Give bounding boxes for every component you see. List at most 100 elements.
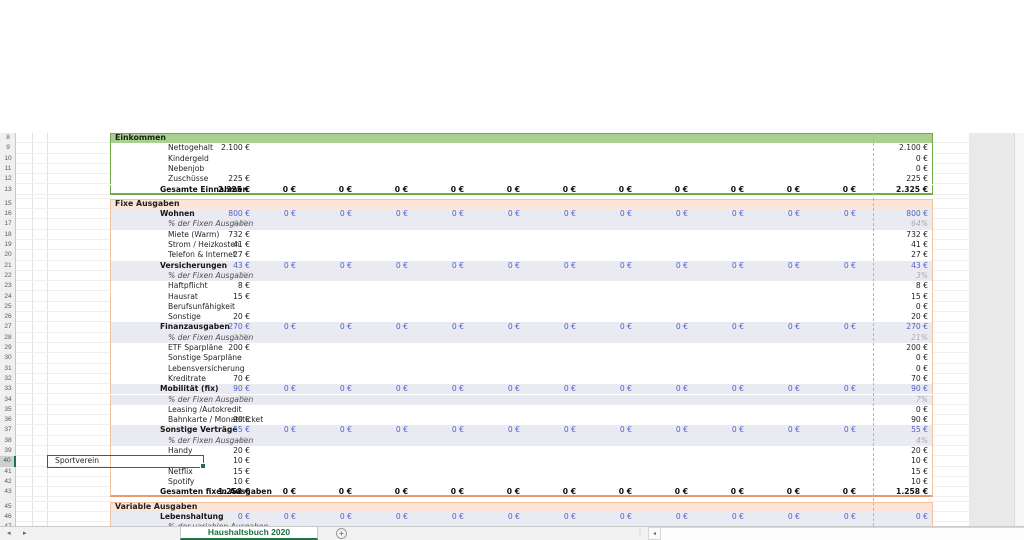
cell-K13[interactable]: 0 € (593, 185, 649, 195)
cell-D27[interactable]: 270 € (203, 322, 257, 332)
row-header-20[interactable]: 20 (0, 250, 16, 260)
cell-J37[interactable]: 0 € (537, 425, 593, 435)
cell-K21[interactable]: 0 € (593, 261, 649, 271)
hscroll-divider[interactable]: ⋮ (636, 528, 644, 537)
cell-F16[interactable]: 0 € (313, 209, 369, 219)
cell-D42[interactable]: 10 € (203, 477, 257, 487)
cell-J43[interactable]: 0 € (537, 487, 593, 497)
cell-F21[interactable]: 0 € (313, 261, 369, 271)
cell-G13[interactable]: 0 € (369, 185, 425, 195)
cell-P18[interactable]: 732 € (873, 230, 933, 240)
cell-E43[interactable]: 0 € (257, 487, 313, 497)
row-header-45[interactable]: 45 (0, 502, 16, 512)
cell-D41[interactable]: 15 € (203, 467, 257, 477)
cell-E46[interactable]: 0 € (257, 512, 313, 522)
cell-L27[interactable]: 0 € (649, 322, 705, 332)
cell-P42[interactable]: 10 € (873, 477, 933, 487)
cell-D37[interactable]: 55 € (203, 425, 257, 435)
cell-P22[interactable]: 3% (873, 271, 933, 281)
cell-J33[interactable]: 0 € (537, 384, 593, 394)
cell-D28[interactable]: 21% (203, 333, 257, 343)
cell-O13[interactable]: 0 € (817, 185, 873, 195)
cell-J27[interactable]: 0 € (537, 322, 593, 332)
cell-P35[interactable]: 0 € (873, 405, 933, 415)
row-header-46[interactable]: 46 (0, 512, 16, 522)
cell-N37[interactable]: 0 € (761, 425, 817, 435)
cell-F27[interactable]: 0 € (313, 322, 369, 332)
cell-P41[interactable]: 15 € (873, 467, 933, 477)
cell-G33[interactable]: 0 € (369, 384, 425, 394)
cell-P40[interactable]: 10 € (873, 456, 933, 466)
cell-D9[interactable]: 2.100 € (203, 143, 257, 153)
cell-P11[interactable]: 0 € (873, 164, 933, 174)
cell-I21[interactable]: 0 € (481, 261, 537, 271)
cell-M46[interactable]: 0 € (705, 512, 761, 522)
cell-K43[interactable]: 0 € (593, 487, 649, 497)
cell-I16[interactable]: 0 € (481, 209, 537, 219)
cell-H13[interactable]: 0 € (425, 185, 481, 195)
cell-F13[interactable]: 0 € (313, 185, 369, 195)
cell-M27[interactable]: 0 € (705, 322, 761, 332)
cell-J46[interactable]: 0 € (537, 512, 593, 522)
cell-J16[interactable]: 0 € (537, 209, 593, 219)
cell-C15[interactable]: Fixe Ausgaben (115, 199, 180, 209)
row-header-27[interactable]: 27 (0, 322, 16, 332)
cell-P27[interactable]: 270 € (873, 322, 933, 332)
cell-P30[interactable]: 0 € (873, 353, 933, 363)
row-header-26[interactable]: 26 (0, 312, 16, 322)
cell-C24[interactable]: Hausrat (168, 292, 198, 302)
row-header-30[interactable]: 30 (0, 353, 16, 363)
cell-O46[interactable]: 0 € (817, 512, 873, 522)
cell-P23[interactable]: 8 € (873, 281, 933, 291)
cell-D26[interactable]: 20 € (203, 312, 257, 322)
cell-D19[interactable]: 41 € (203, 240, 257, 250)
cell-I33[interactable]: 0 € (481, 384, 537, 394)
cell-N33[interactable]: 0 € (761, 384, 817, 394)
cell-C23[interactable]: Haftpflicht (168, 281, 208, 291)
sheet-nav-left-icon[interactable]: ◂ (7, 527, 11, 540)
cell-C35[interactable]: Leasing /Autokredit (168, 405, 242, 415)
row-header-9[interactable]: 9 (0, 143, 16, 153)
cell-O33[interactable]: 0 € (817, 384, 873, 394)
cell-I43[interactable]: 0 € (481, 487, 537, 497)
cell-I37[interactable]: 0 € (481, 425, 537, 435)
cell-P26[interactable]: 20 € (873, 312, 933, 322)
row-header-21[interactable]: 21 (0, 261, 16, 271)
row-header-39[interactable]: 39 (0, 446, 16, 456)
row-header-24[interactable]: 24 (0, 292, 16, 302)
cell-D46[interactable]: 0 € (203, 512, 257, 522)
cell-D33[interactable]: 90 € (203, 384, 257, 394)
cell-P38[interactable]: 4% (873, 436, 933, 446)
cell-F46[interactable]: 0 € (313, 512, 369, 522)
cell-F33[interactable]: 0 € (313, 384, 369, 394)
row-header-25[interactable]: 25 (0, 302, 16, 312)
cell-D40[interactable]: 10 € (203, 456, 257, 466)
row-header-38[interactable]: 38 (0, 436, 16, 446)
cell-I13[interactable]: 0 € (481, 185, 537, 195)
cell-H27[interactable]: 0 € (425, 322, 481, 332)
row-header-42[interactable]: 42 (0, 477, 16, 487)
cell-C31[interactable]: Lebensversicherung (168, 364, 245, 374)
sheet-tab-active[interactable]: Haushaltsbuch 2020 (180, 527, 318, 540)
row-header-15[interactable]: 15 (0, 199, 16, 209)
cell-E33[interactable]: 0 € (257, 384, 313, 394)
cell-P29[interactable]: 200 € (873, 343, 933, 353)
cell-K16[interactable]: 0 € (593, 209, 649, 219)
cell-L43[interactable]: 0 € (649, 487, 705, 497)
cell-G46[interactable]: 0 € (369, 512, 425, 522)
cell-N46[interactable]: 0 € (761, 512, 817, 522)
cell-L21[interactable]: 0 € (649, 261, 705, 271)
cell-C41[interactable]: Netflix (168, 467, 193, 477)
cell-E16[interactable]: 0 € (257, 209, 313, 219)
cell-C42[interactable]: Spotify (168, 477, 194, 487)
row-header-37[interactable]: 37 (0, 425, 16, 435)
cell-N27[interactable]: 0 € (761, 322, 817, 332)
row-header-43[interactable]: 43 (0, 487, 16, 497)
cell-G37[interactable]: 0 € (369, 425, 425, 435)
row-header-19[interactable]: 19 (0, 240, 16, 250)
row-header-18[interactable]: 18 (0, 230, 16, 240)
cell-D16[interactable]: 800 € (203, 209, 257, 219)
cell-H21[interactable]: 0 € (425, 261, 481, 271)
cell-D29[interactable]: 200 € (203, 343, 257, 353)
cell-D39[interactable]: 20 € (203, 446, 257, 456)
